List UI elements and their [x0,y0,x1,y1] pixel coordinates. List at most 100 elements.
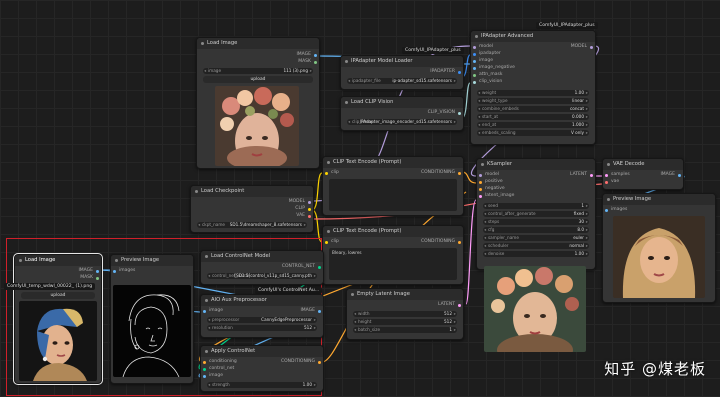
vae-decode-node[interactable]: VAE Decode samples vae IMAGE [602,158,684,190]
ksampler-node[interactable]: KSampler LATENT model positive negative … [476,158,596,270]
image-select-widget[interactable]: image 111 (3).png [203,68,313,74]
seed-widget[interactable]: seed 1 [483,203,589,209]
node-title[interactable]: VAE Decode [603,159,683,170]
steps-widget[interactable]: steps 30 [483,219,589,225]
latent-input-socket[interactable] [479,195,482,198]
cfg-widget[interactable]: cfg 8.0 [483,227,589,233]
clip-name-widget[interactable]: clip_nameIPAdapter_image_encoder_sd15.sa… [347,119,457,125]
preprocessor-widget[interactable]: preprocessor CannyEdgePreprocessor [207,317,317,323]
combine-embeds-widget[interactable]: combine_embeds concat [477,106,589,112]
ipadapter-input-socket[interactable] [473,53,476,56]
sampler-name-widget[interactable]: sampler_name euler [483,235,589,241]
widget-label: steps [488,219,500,224]
load-clip-vision-node[interactable]: Load CLIP Vision CLIP_VISION clip_nameIP… [340,96,464,131]
image-input-socket[interactable] [203,375,206,378]
weight-widget[interactable]: weight 1.00 [477,90,589,96]
attn-mask-input-socket[interactable] [473,74,476,77]
ipadapter-output-socket[interactable] [458,71,461,74]
clip-vision-output-socket[interactable] [458,112,461,115]
node-title[interactable]: Load Checkpoint [191,186,313,197]
image-input-socket[interactable] [203,310,206,313]
resolution-widget[interactable]: resolution 512 [207,325,317,331]
node-title[interactable]: Preview Image [111,255,193,266]
conditioning-output-socket[interactable] [458,172,461,175]
preview-image-node-bottom[interactable]: Preview Image images [110,254,194,384]
negative-input-socket[interactable] [479,188,482,191]
load-controlnet-model-node[interactable]: Load ControlNet Model CONTROL_NET contro… [200,250,324,285]
strength-widget[interactable]: strength 1.00 [207,382,317,388]
node-title[interactable]: Load Image [15,255,101,266]
latent-output-socket[interactable] [458,304,461,307]
positive-input-socket[interactable] [479,181,482,184]
embeds-scaling-widget[interactable]: embeds_scaling V only [477,130,589,136]
conditioning-input-socket[interactable] [203,361,206,364]
controlnet-output-socket[interactable] [318,266,321,269]
controlnet-name-widget[interactable]: control_net_name[SD1.5]control_v11p_sd15… [207,273,317,279]
ipadapter-model-loader-node[interactable]: IPAdapter Model Loader IPADAPTER ipadapt… [340,55,464,90]
image-negative-input-socket[interactable] [473,67,476,70]
denoise-widget[interactable]: denoise 1.00 [483,251,589,257]
image-output-socket[interactable] [96,270,99,273]
load-checkpoint-node[interactable]: Load Checkpoint MODEL CLIP VAE ckpt_name… [190,185,314,233]
model-output-socket[interactable] [308,201,311,204]
scheduler-widget[interactable]: scheduler normal [483,243,589,249]
positive-prompt-textarea[interactable] [329,179,457,211]
end-at-widget[interactable]: end_at 1.000 [477,122,589,128]
mask-output-socket[interactable] [96,277,99,280]
conditioning-output-socket[interactable] [458,241,461,244]
node-title[interactable]: CLIP Text Encode (Prompt) [323,157,463,168]
empty-latent-image-node[interactable]: Empty Latent Image LATENT width 512 heigh… [346,288,464,340]
apply-controlnet-node[interactable]: Apply ControlNet conditioning control_ne… [200,345,324,392]
clip-input-socket[interactable] [325,172,328,175]
node-title[interactable]: IPAdapter Advanced [471,31,595,42]
clip-output-socket[interactable] [308,208,311,211]
ckpt-name-widget[interactable]: ckpt_name SD1.5\dreamshaper_8.safetensors [197,222,307,228]
clip-text-encode-negative-node[interactable]: CLIP Text Encode (Prompt) clip CONDITION… [322,225,464,285]
ipadapter-advanced-node[interactable]: IPAdapter Advanced MODEL model ipadapter… [470,30,596,145]
node-title[interactable]: Apply ControlNet [201,346,323,357]
node-title[interactable]: Load ControlNet Model [201,251,323,262]
upload-button[interactable]: upload [21,292,95,299]
model-output-socket[interactable] [590,46,593,49]
upload-button[interactable]: upload [203,76,313,83]
node-title[interactable]: AIO Aux Preprocessor [201,295,323,306]
node-title[interactable]: Load CLIP Vision [341,97,463,108]
node-title[interactable]: CLIP Text Encode (Prompt) [323,226,463,237]
load-image-node-bottom[interactable]: Load Image IMAGE MASK upload [13,253,103,385]
control-after-generate-widget[interactable]: control_after_generate fixed [483,211,589,217]
image-output-socket[interactable] [318,310,321,313]
clip-text-encode-positive-node[interactable]: CLIP Text Encode (Prompt) clip CONDITION… [322,156,464,216]
clip-input-socket[interactable] [325,241,328,244]
aio-aux-preprocessor-node[interactable]: AIO Aux Preprocessor image IMAGE preproc… [200,294,324,338]
load-image-node-top[interactable]: Load Image IMAGE MASK image 111 (3).png u… [196,37,320,169]
vae-input-socket[interactable] [605,181,608,184]
model-input-socket[interactable] [473,46,476,49]
conditioning-output-socket[interactable] [318,361,321,364]
node-title[interactable]: Preview Image [603,194,715,205]
start-at-widget[interactable]: start_at 0.000 [477,114,589,120]
input-label: clip [331,170,339,175]
latent-output-socket[interactable] [590,174,593,177]
images-input-socket[interactable] [605,209,608,212]
model-input-socket[interactable] [479,174,482,177]
ipadapter-file-widget[interactable]: ipadapter_file ip-adapter_sd15.safetensor… [347,78,457,84]
vae-output-socket[interactable] [308,215,311,218]
height-widget[interactable]: height 512 [353,319,457,325]
batch-size-widget[interactable]: batch_size 1 [353,327,457,333]
node-title[interactable]: IPAdapter Model Loader [341,56,463,67]
control-net-input-socket[interactable] [203,368,206,371]
mask-output-socket[interactable] [314,61,317,64]
node-title[interactable]: Empty Latent Image [347,289,463,300]
samples-input-socket[interactable] [605,174,608,177]
weight-type-widget[interactable]: weight_type linear [477,98,589,104]
clip-vision-input-socket[interactable] [473,81,476,84]
image-input-socket[interactable] [473,60,476,63]
node-title[interactable]: Load Image [197,38,319,49]
node-title[interactable]: KSampler [477,159,595,170]
width-widget[interactable]: width 512 [353,311,457,317]
image-output-socket[interactable] [314,54,317,57]
image-output-socket[interactable] [678,174,681,177]
images-input-socket[interactable] [113,270,116,273]
preview-image-node-right[interactable]: Preview Image images [602,193,716,303]
negative-prompt-textarea[interactable]: Bleary, lowres [329,248,457,280]
